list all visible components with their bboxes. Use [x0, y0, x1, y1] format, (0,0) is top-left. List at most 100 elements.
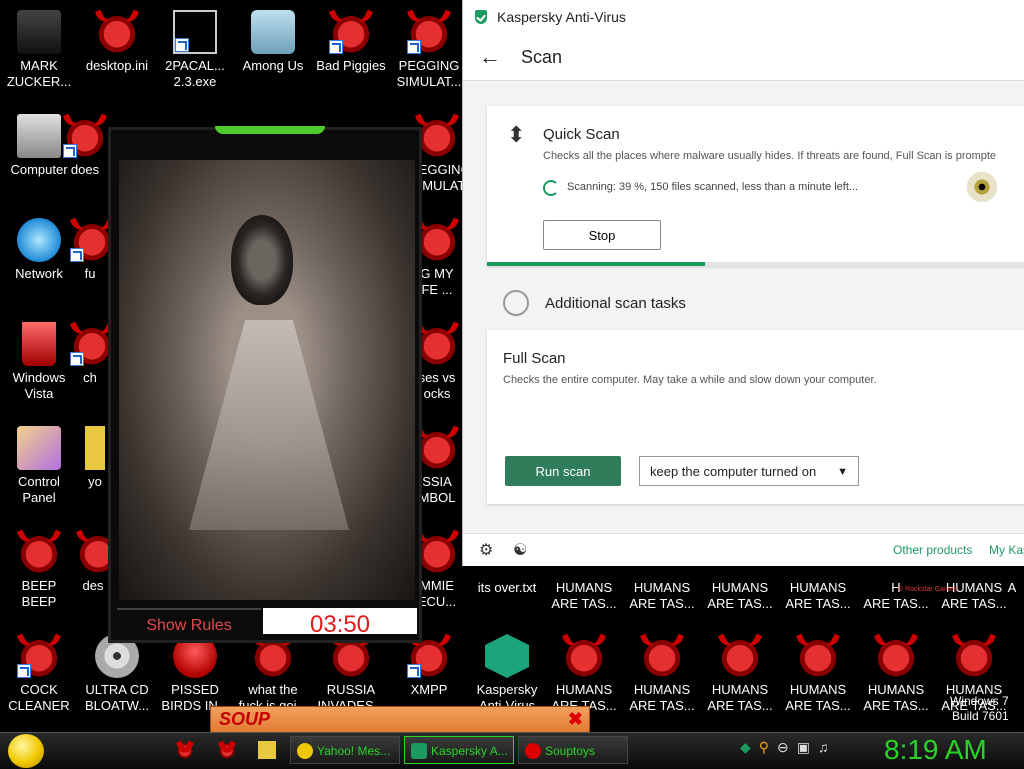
desktop-icon-cock-cleaner[interactable]: COCK CLEANER	[0, 634, 78, 714]
kaspersky-window: Kaspersky Anti-Virus ← Scan ⬍ Quick Scan…	[462, 0, 1024, 566]
game-top-bar[interactable]	[215, 126, 325, 134]
taskbar-yahoo-messenger[interactable]: Yahoo! Mes...	[290, 736, 400, 764]
dropdown-value: keep the computer turned on	[650, 464, 817, 479]
desktop-icon-humans-7[interactable]: HUMANS ARE TAS...	[545, 634, 623, 714]
spinner-icon	[543, 180, 559, 196]
countdown-timer: 03:50	[263, 608, 417, 634]
among-us-icon	[251, 10, 295, 54]
gear-icon[interactable]: ⚙	[479, 540, 493, 560]
kaspersky-titlebar: Kaspersky Anti-Virus	[463, 0, 1024, 34]
volume-icon[interactable]: ♫	[818, 739, 829, 756]
desktop-icon-yo[interactable]: yo	[80, 426, 110, 490]
demon-icon	[63, 114, 107, 158]
demon-icon	[76, 530, 110, 574]
desktop-icon-fu[interactable]: fu	[70, 218, 110, 282]
taskbar-souptoys[interactable]: Souptoys	[518, 736, 628, 764]
demon-icon	[17, 530, 61, 574]
my-kaspersky-link[interactable]: My Kas	[989, 543, 1024, 557]
desktop-icon-russia-invades[interactable]: RUSSIA INVADES...	[312, 634, 390, 706]
network-tray-icon[interactable]: ▣	[797, 739, 810, 756]
show-rules-button[interactable]: Show Rules	[117, 608, 261, 640]
recycle-bin-icon	[22, 322, 56, 366]
soup-logo: SOUP	[219, 709, 271, 729]
desktop-icon-desktop-ini[interactable]: desktop.ini	[78, 10, 156, 74]
folder-icon	[85, 426, 105, 470]
lightning-icon: ⬍	[507, 122, 526, 147]
desktop-icon-bad-piggies[interactable]: Bad Piggies	[312, 10, 390, 74]
desktop-icon-humans-1[interactable]: HUMANS ARE TAS...	[545, 580, 623, 612]
desktop-icon-among-us[interactable]: Among Us	[234, 10, 312, 74]
additional-scan-tasks: Additional scan tasks	[503, 290, 686, 316]
search-icon[interactable]: ⚲	[759, 739, 769, 756]
windows-version-watermark: Windows 7 Build 7601	[950, 694, 1009, 723]
desktop-icon-xmpp[interactable]: XMPP	[390, 634, 468, 698]
desktop-icon-does[interactable]: does	[60, 114, 110, 178]
desktop-icon-humans-9[interactable]: HUMANS ARE TAS...	[701, 634, 779, 714]
taskbar-kaspersky[interactable]: Kaspersky A...	[404, 736, 514, 764]
desktop-icon-beep-beep[interactable]: BEEP BEEP	[0, 530, 78, 610]
figure-head	[231, 215, 293, 305]
desktop-icon-what-the[interactable]: what the fuck is goi...	[234, 634, 312, 706]
souptoys-icon	[525, 743, 541, 759]
demon-icon	[70, 218, 110, 262]
back-arrow-icon[interactable]: ←	[479, 44, 501, 70]
desktop-icon-des[interactable]: des	[76, 530, 110, 594]
desktop-icon-ultra-cd[interactable]: ULTRA CD BLOATW...	[78, 634, 156, 714]
kaspersky-shield-icon	[411, 743, 427, 759]
page-title: Scan	[521, 46, 563, 67]
desktop-icon-humans-4[interactable]: HUMANS ARE TAS...	[779, 580, 857, 612]
desktop-icon-windows-vista[interactable]: Windows Vista	[0, 322, 78, 402]
full-scan-title: Full Scan	[503, 350, 566, 367]
desktop-icon-2pacal[interactable]: 2PACAL... 2.3.exe	[156, 10, 234, 90]
demon-icon	[796, 634, 840, 678]
scan-tasks-icon	[503, 290, 529, 316]
demon-icon	[407, 10, 451, 54]
support-icon[interactable]: ☯	[513, 540, 527, 560]
desktop-icon-pegging-1[interactable]: PEGGING SIMULAT...	[390, 10, 468, 90]
other-products-link[interactable]: Other products	[893, 543, 972, 557]
demon-icon	[640, 634, 684, 678]
kaspersky-header: ← Scan	[463, 34, 1024, 81]
quicklaunch-demon-icon[interactable]	[176, 741, 194, 759]
desktop-icon-control-panel[interactable]: Control Panel	[0, 426, 78, 506]
desktop-icon-humans-3[interactable]: HUMANS ARE TAS...	[701, 580, 779, 612]
clock[interactable]: 8:19 AM	[884, 734, 987, 766]
quick-scan-description: Checks all the places where malware usua…	[543, 150, 997, 162]
kaspersky-tray-icon[interactable]: ◆	[740, 739, 751, 756]
desktop-icon-humans-5[interactable]: H ARE TAS...	[857, 580, 935, 612]
system-tray: ◆ ⚲ ⊖ ▣ ♫	[740, 739, 829, 756]
desktop-icon-ch[interactable]: ch	[70, 322, 110, 386]
stop-button[interactable]: Stop	[543, 220, 661, 250]
demon-icon	[17, 634, 61, 678]
desktop-icon-kaspersky[interactable]: Kaspersky Anti-Virus	[468, 634, 546, 714]
desktop-icon-pissed-birds[interactable]: PISSED BIRDS IN...	[156, 634, 234, 714]
creepy-girl-image	[119, 160, 415, 600]
quicklaunch-folder-icon[interactable]	[258, 741, 276, 759]
start-button-smiley-icon[interactable]	[8, 734, 44, 768]
full-scan-description: Checks the entire computer. May take a w…	[503, 374, 877, 386]
desktop-icon-humans-10[interactable]: HUMANS ARE TAS...	[779, 634, 857, 714]
soup-window: SOUP ✖	[210, 706, 590, 734]
desktop-icon-mark-zuckerberg[interactable]: MARK ZUCKER...	[0, 10, 78, 90]
desktop-icon-network[interactable]: Network	[0, 218, 78, 282]
desktop-icon-its-over[interactable]: its over.txt	[468, 580, 546, 596]
game-window: Show Rules 03:50	[108, 126, 422, 643]
minus-circle-icon[interactable]: ⊖	[777, 739, 789, 756]
quick-scan-title: Quick Scan	[543, 126, 620, 143]
quick-scan-card: ⬍ Quick Scan Checks all the places where…	[487, 106, 1024, 266]
quicklaunch-demon-icon[interactable]	[218, 741, 236, 759]
demon-icon	[562, 634, 606, 678]
control-panel-icon	[17, 426, 61, 470]
desktop-icon-humans-11[interactable]: HUMANS ARE TAS...	[857, 634, 935, 714]
additional-tasks-title: Additional scan tasks	[545, 294, 686, 312]
computer-icon	[17, 114, 61, 158]
taskbar-label: Souptoys	[545, 744, 596, 758]
desktop-icon-a[interactable]: A	[1000, 580, 1024, 596]
close-icon[interactable]: ✖	[568, 709, 583, 730]
taskbar-label: Yahoo! Mes...	[317, 744, 391, 758]
desktop-icon-humans-2[interactable]: HUMANS ARE TAS...	[623, 580, 701, 612]
kaspersky-icon	[485, 634, 529, 678]
run-scan-button[interactable]: Run scan	[505, 456, 621, 486]
desktop-icon-humans-8[interactable]: HUMANS ARE TAS...	[623, 634, 701, 714]
computer-state-dropdown[interactable]: keep the computer turned on ▼	[639, 456, 859, 486]
